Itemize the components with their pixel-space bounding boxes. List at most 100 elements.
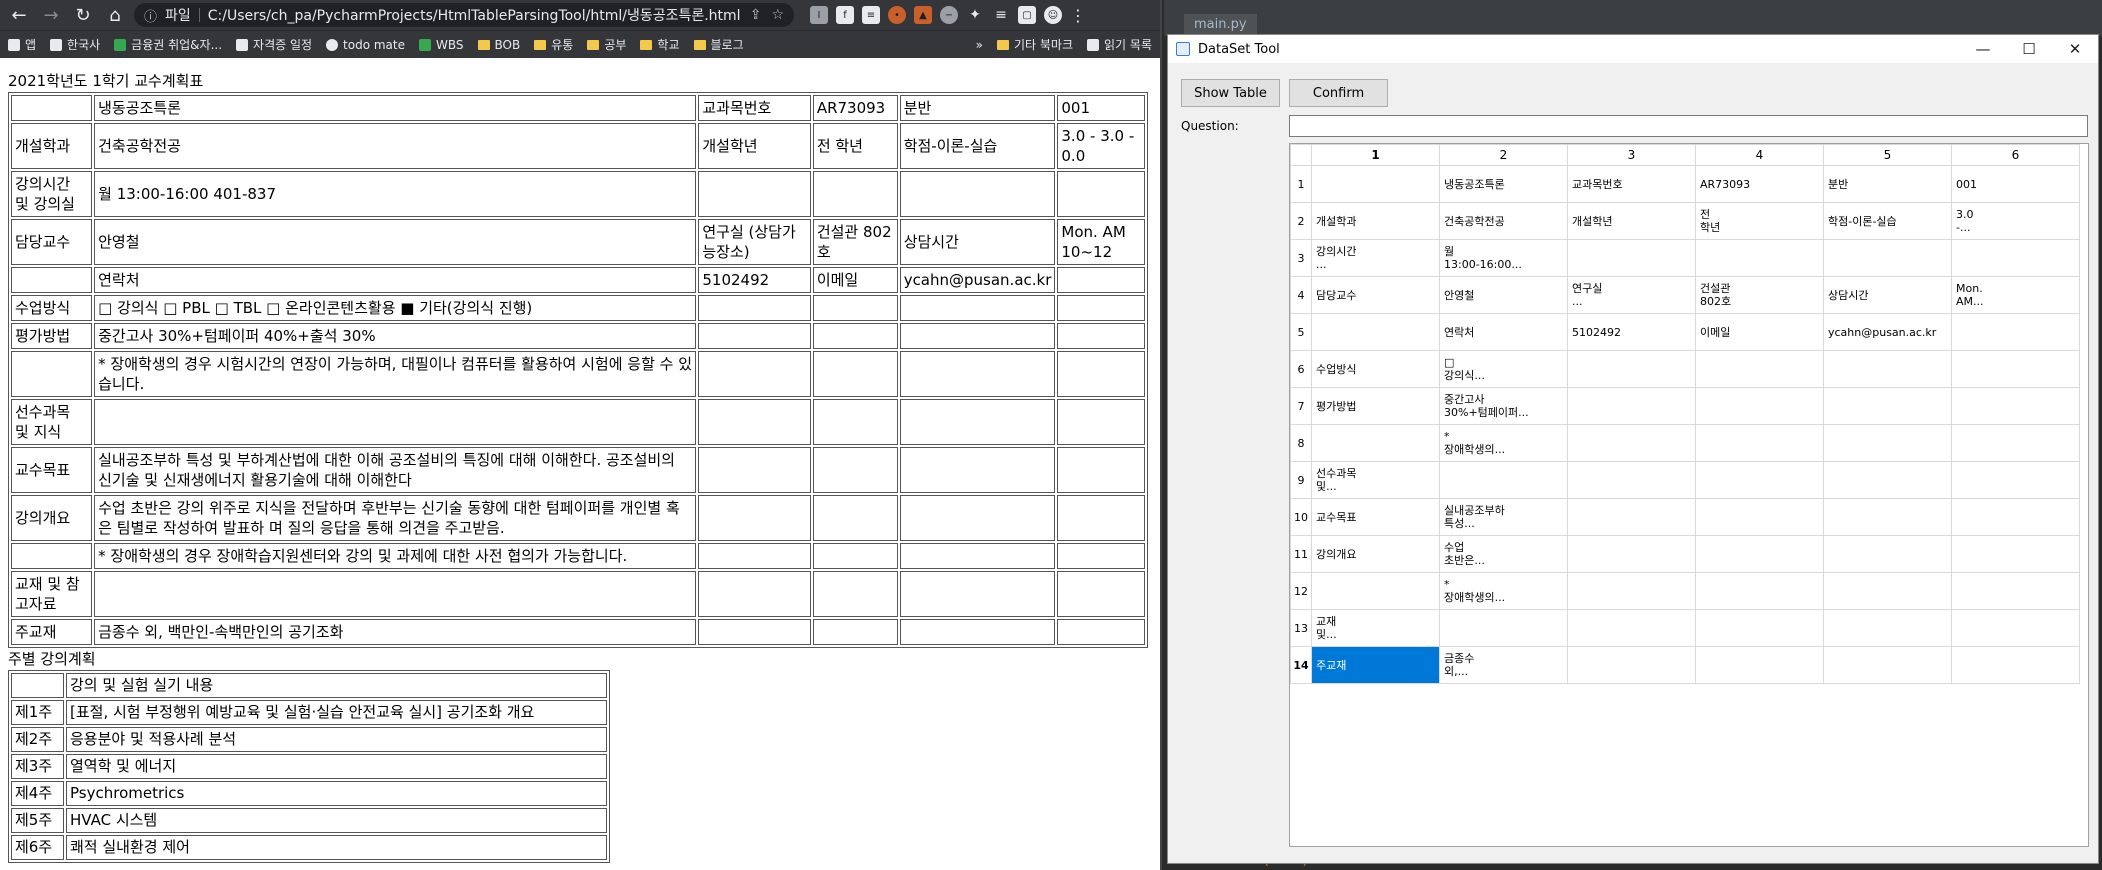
- grid-cell[interactable]: [1823, 572, 1952, 610]
- menu-kebab-icon[interactable]: ⋮: [1070, 6, 1086, 25]
- grid-cell[interactable]: 분반: [1823, 165, 1952, 203]
- grid-cell[interactable]: 교과목번호: [1567, 165, 1696, 203]
- grid-cell[interactable]: [1695, 387, 1824, 425]
- grid-row-header[interactable]: 4: [1290, 276, 1312, 314]
- grid-cell[interactable]: [1951, 461, 2080, 499]
- grid-column-header[interactable]: 5: [1823, 144, 1952, 166]
- grid-cell[interactable]: 평가방법: [1311, 387, 1440, 425]
- bookmark-folder-other[interactable]: 기타 북마크: [997, 36, 1073, 53]
- grid-cell[interactable]: [1695, 424, 1824, 462]
- dataset-grid[interactable]: 123456 1 냉동공조특론 교과목번호 AR73093 분반 001 2 개설학과 건축공학…: [1289, 143, 2089, 847]
- grid-cell[interactable]: [1567, 572, 1696, 610]
- maximize-icon[interactable]: ☐: [2006, 35, 2052, 63]
- grid-cell[interactable]: 수업 초반은...: [1439, 535, 1568, 573]
- grid-cell[interactable]: [1567, 535, 1696, 573]
- grid-cell[interactable]: 건축공학전공: [1439, 202, 1568, 240]
- grid-cell[interactable]: 강의시간 ...: [1311, 239, 1440, 277]
- grid-cell[interactable]: [1823, 535, 1952, 573]
- grid-cell[interactable]: [1951, 498, 2080, 536]
- font-extension-icon[interactable]: f: [836, 6, 854, 24]
- reading-list-button[interactable]: 읽기 목록: [1087, 36, 1152, 53]
- grid-cell[interactable]: 수업방식: [1311, 350, 1440, 388]
- grid-cell[interactable]: [1439, 461, 1568, 499]
- grid-cell[interactable]: [1823, 424, 1952, 462]
- grid-cell[interactable]: 실내공조부하 특성...: [1439, 498, 1568, 536]
- grid-column-header[interactable]: 6: [1951, 144, 2080, 166]
- fox-extension-icon[interactable]: ▲: [914, 6, 932, 24]
- cookie-extension-icon[interactable]: •: [888, 6, 906, 24]
- grid-cell[interactable]: AR73093: [1695, 165, 1824, 203]
- grid-row-header[interactable]: 2: [1290, 202, 1312, 240]
- grid-cell[interactable]: 연락처: [1439, 313, 1568, 351]
- bookmark-folder[interactable]: BOB: [477, 38, 520, 52]
- grid-cell[interactable]: 전 학년: [1695, 202, 1824, 240]
- grid-cell[interactable]: 냉동공조특론: [1439, 165, 1568, 203]
- grid-cell[interactable]: [1951, 572, 2080, 610]
- grid-row-header[interactable]: 14: [1290, 646, 1312, 684]
- home-icon[interactable]: ⌂: [102, 2, 128, 28]
- grid-row-header[interactable]: 13: [1290, 609, 1312, 647]
- grid-row-header[interactable]: 3: [1290, 239, 1312, 277]
- grid-cell[interactable]: 3.0 -...: [1951, 202, 2080, 240]
- grid-cell[interactable]: 중간고사 30%+텀페이퍼...: [1439, 387, 1568, 425]
- grid-cell[interactable]: [1823, 387, 1952, 425]
- grid-cell[interactable]: [1311, 424, 1440, 462]
- block-extension-icon[interactable]: −: [940, 6, 958, 24]
- grid-row-header[interactable]: 10: [1290, 498, 1312, 536]
- extension-icon[interactable]: I: [810, 6, 828, 24]
- grid-cell[interactable]: [1695, 498, 1824, 536]
- grid-cell[interactable]: [1823, 461, 1952, 499]
- reload-icon[interactable]: ↻: [70, 2, 96, 28]
- grid-cell[interactable]: [1311, 165, 1440, 203]
- grid-cell[interactable]: [1951, 313, 2080, 351]
- grid-cell[interactable]: [1951, 424, 2080, 462]
- grid-cell[interactable]: [1951, 239, 2080, 277]
- grid-cell[interactable]: 교수목표: [1311, 498, 1440, 536]
- question-input[interactable]: [1289, 115, 2088, 137]
- grid-cell[interactable]: [1567, 609, 1696, 647]
- grid-column-header[interactable]: 4: [1695, 144, 1824, 166]
- minimize-icon[interactable]: —: [1960, 35, 2006, 63]
- grid-cell[interactable]: [1951, 535, 2080, 573]
- tab-search-icon[interactable]: ▢: [1018, 6, 1036, 24]
- grid-cell[interactable]: [1695, 609, 1824, 647]
- grid-cell[interactable]: 건설관 802호: [1695, 276, 1824, 314]
- grid-cell[interactable]: [1823, 646, 1952, 684]
- share-icon[interactable]: ⇪: [750, 7, 762, 23]
- grid-cell[interactable]: 학점-이론-실습: [1823, 202, 1952, 240]
- grid-cell[interactable]: 안영철: [1439, 276, 1568, 314]
- info-icon[interactable]: ⓘ: [144, 6, 157, 25]
- grid-cell[interactable]: 5102492: [1567, 313, 1696, 351]
- grid-cell[interactable]: [1695, 646, 1824, 684]
- grid-cell[interactable]: 강의개요: [1311, 535, 1440, 573]
- bookmark-item[interactable]: todo mate: [326, 38, 405, 52]
- grid-cell[interactable]: 담당교수: [1311, 276, 1440, 314]
- grid-cell[interactable]: [1951, 387, 2080, 425]
- grid-cell[interactable]: [1567, 646, 1696, 684]
- bookmark-folder[interactable]: 블로그: [693, 36, 744, 53]
- grid-cell[interactable]: [1567, 387, 1696, 425]
- profile-avatar[interactable]: ☺: [1044, 6, 1062, 24]
- grid-cell[interactable]: [1823, 609, 1952, 647]
- grid-cell[interactable]: * 장애학생의...: [1439, 424, 1568, 462]
- grid-cell[interactable]: [1311, 572, 1440, 610]
- url-text[interactable]: C:/Users/ch_pa/PycharmProjects/HtmlTable…: [208, 5, 741, 25]
- grid-cell[interactable]: 연구실 ...: [1567, 276, 1696, 314]
- show-table-button[interactable]: Show Table: [1181, 79, 1280, 107]
- grid-cell[interactable]: [1951, 350, 2080, 388]
- bookmark-folder[interactable]: 공부: [587, 36, 626, 53]
- close-icon[interactable]: ✕: [2052, 35, 2098, 63]
- grid-cell[interactable]: 개설학과: [1311, 202, 1440, 240]
- grid-row-header[interactable]: 9: [1290, 461, 1312, 499]
- grid-cell[interactable]: [1567, 498, 1696, 536]
- bookmark-star-icon[interactable]: ☆: [771, 7, 784, 23]
- grid-cell[interactable]: 이메일: [1695, 313, 1824, 351]
- grid-cell[interactable]: [1567, 461, 1696, 499]
- grid-cell[interactable]: 금종수 외,...: [1439, 646, 1568, 684]
- bookmark-item[interactable]: WBS: [419, 38, 464, 52]
- grid-row-header[interactable]: 5: [1290, 313, 1312, 351]
- grid-cell[interactable]: [1951, 646, 2080, 684]
- grid-cell[interactable]: [1695, 572, 1824, 610]
- back-icon[interactable]: ←: [6, 2, 32, 28]
- grid-cell[interactable]: [1695, 535, 1824, 573]
